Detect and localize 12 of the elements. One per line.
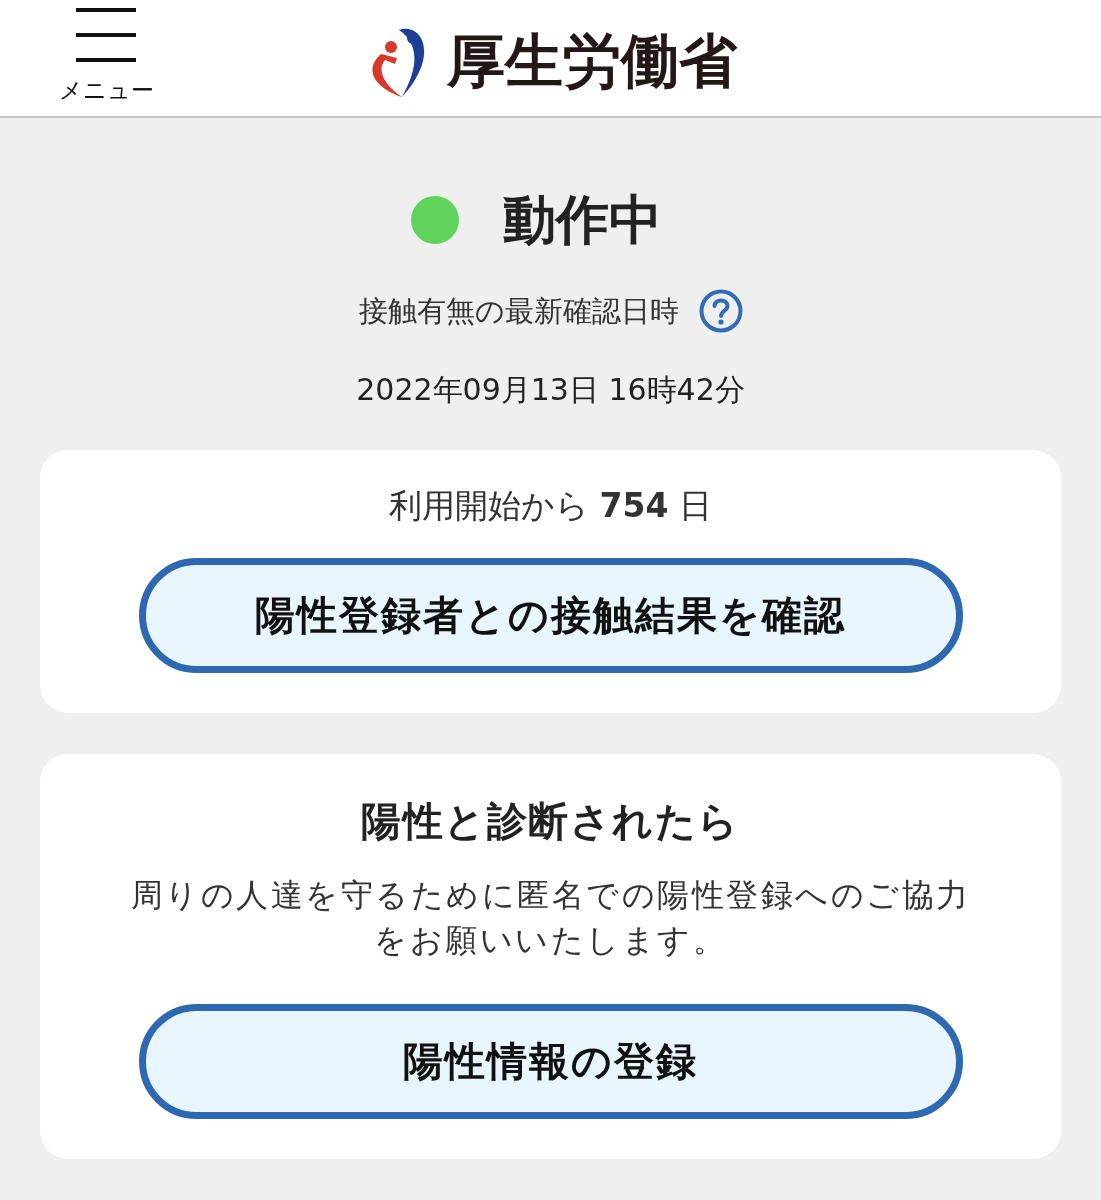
help-icon[interactable] xyxy=(698,289,743,333)
menu-button[interactable]: メニュー xyxy=(58,8,154,102)
last-check-datetime: 2022年09月13日 16時42分 xyxy=(356,371,745,409)
section-title: 陽性と診断されたら xyxy=(361,797,740,846)
register-button[interactable]: 陽性情報の登録 xyxy=(138,1004,963,1119)
logo-text: 厚生労働省 xyxy=(447,26,737,96)
instruction-text: 周りの人達を守るために匿名での陽性登録へのご協力をお願いいたします。 xyxy=(129,875,972,961)
status-label: 動作中 xyxy=(503,190,662,250)
usage-days-text: 利用開始から 754 日 xyxy=(389,485,712,527)
last-check-label: 接触有無の最新確認日時 xyxy=(358,293,679,330)
menu-icon xyxy=(76,8,136,62)
check-results-button[interactable]: 陽性登録者との接触結果を確認 xyxy=(138,558,963,673)
